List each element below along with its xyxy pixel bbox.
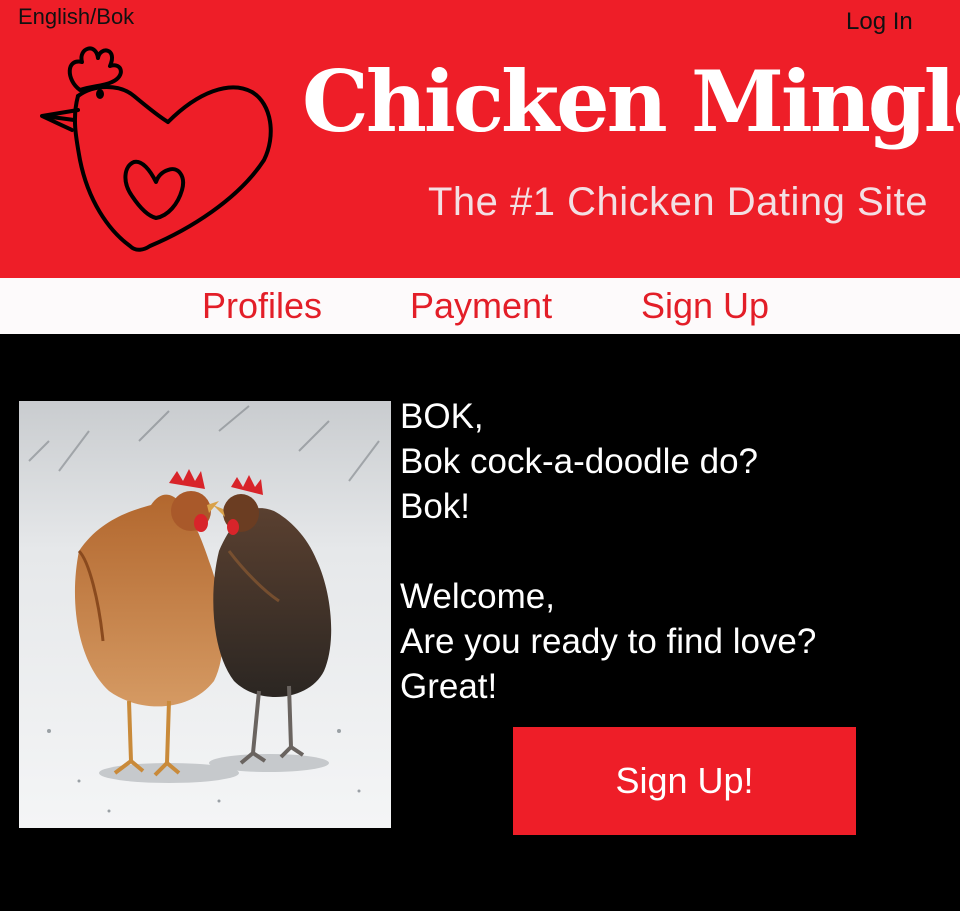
chicken-heart-logo-icon[interactable] [38, 40, 278, 260]
site-tagline: The #1 Chicken Dating Site [428, 180, 928, 224]
intro-line: Bok! [400, 487, 471, 526]
language-toggle[interactable]: English/Bok [18, 4, 134, 30]
nav-item-payment[interactable]: Payment [410, 284, 552, 328]
main-navigation: Profiles Payment Sign Up [0, 278, 960, 334]
nav-item-sign-up[interactable]: Sign Up [641, 284, 769, 328]
welcome-message: BOK, Bok cock-a-doodle do? Bok! Welcome,… [400, 394, 816, 709]
intro-line: Are you ready to find love? [400, 622, 817, 661]
login-link[interactable]: Log In [846, 8, 913, 36]
sign-up-button[interactable]: Sign Up! [513, 727, 856, 835]
intro-line: Welcome, [400, 577, 555, 616]
intro-line [400, 529, 816, 574]
site-title: Chicken Mingle [302, 52, 960, 151]
nav-item-profiles[interactable]: Profiles [202, 284, 322, 328]
intro-line: Bok cock-a-doodle do? [400, 442, 758, 481]
intro-line: BOK, [400, 397, 484, 436]
two-chickens-photo [19, 401, 391, 828]
site-header: English/Bok Log In Chicken Mingle The #1… [0, 0, 960, 278]
intro-line: Great! [400, 667, 498, 706]
